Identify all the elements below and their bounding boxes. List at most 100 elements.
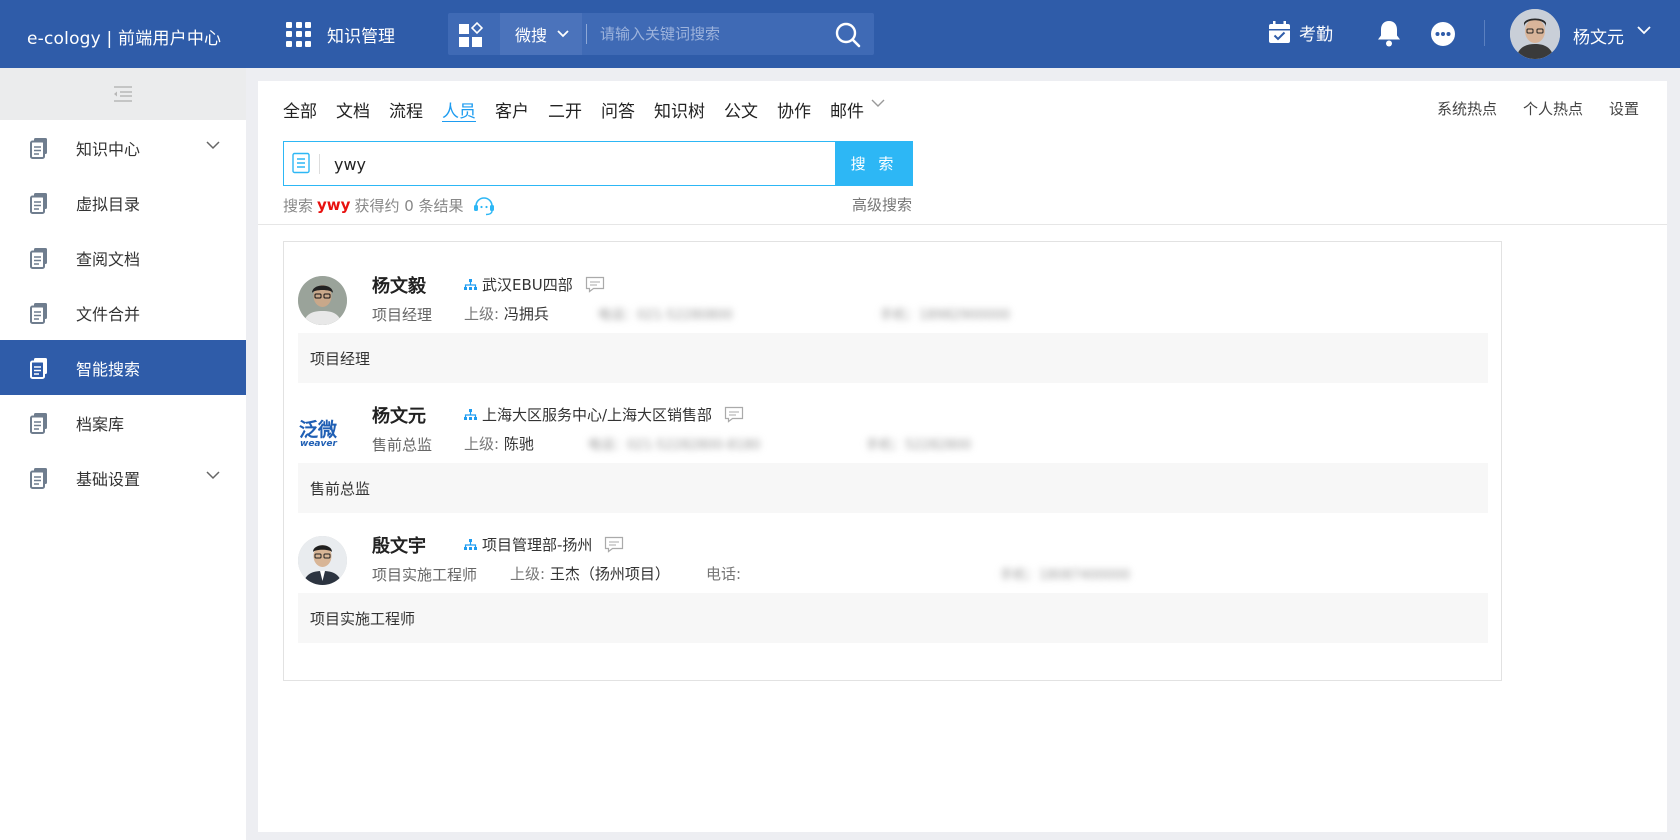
apps-icon[interactable] (458, 22, 484, 48)
person-avatar[interactable] (298, 276, 347, 325)
chat-icon[interactable] (604, 536, 624, 553)
superior-label: 上级: (510, 565, 546, 583)
chat-icon[interactable] (585, 276, 605, 293)
superior-name[interactable]: 王杰（扬州项目） (550, 565, 670, 583)
sidebar-item-knowledge-center[interactable]: 知识中心 (0, 120, 246, 175)
attendance-label: 考勤 (1299, 25, 1333, 45)
tab-all[interactable]: 全部 (283, 97, 317, 122)
person-title: 项目经理 (372, 306, 433, 324)
attendance-button[interactable]: 考勤 (1268, 20, 1333, 45)
chevron-down-icon (557, 30, 569, 38)
tab-qa[interactable]: 问答 (601, 97, 635, 122)
person-avatar[interactable] (298, 536, 347, 585)
sidebar-item-label: 知识中心 (76, 139, 141, 159)
tab-knowledge-tree[interactable]: 知识树 (654, 97, 705, 122)
result-keyword: ywy (317, 196, 351, 214)
person-title: 项目实施工程师 (372, 566, 478, 584)
superior-label: 上级: (464, 305, 500, 323)
person-dept: 上海大区服务中心/上海大区销售部 (464, 404, 744, 425)
person-dept-label[interactable]: 项目管理部-扬州 (482, 534, 592, 555)
tab-workflow[interactable]: 流程 (389, 97, 423, 122)
module-switcher[interactable]: 知识管理 (286, 20, 395, 48)
phone-label: 电话: (706, 565, 742, 583)
chevron-down-icon[interactable] (206, 471, 220, 480)
personal-hot-link[interactable]: 个人热点 (1523, 98, 1583, 119)
mobile-blurred: 手机：18982900000 (880, 308, 1010, 323)
search-input[interactable] (334, 152, 734, 176)
tab-docs[interactable]: 文档 (336, 97, 370, 122)
main-content: 全部 文档 流程 人员 客户 二开 问答 知识树 公文 协作 邮件 系统热点 个… (258, 81, 1667, 832)
person-position-bar: 项目实施工程师 (298, 593, 1488, 643)
collapse-sidebar-button[interactable] (0, 68, 246, 120)
superior-name[interactable]: 冯拥兵 (504, 305, 549, 323)
top-bar: e-cology | 前端用户中心 知识管理 微搜 请输入关键词搜索 考勤 杨文… (0, 0, 1680, 68)
sidebar-item-label: 文件合并 (76, 304, 141, 324)
tab-collaboration[interactable]: 协作 (777, 97, 811, 122)
sidebar-item-basic-settings[interactable]: 基础设置 (0, 450, 246, 505)
person-name[interactable]: 殷文宇 (372, 532, 426, 558)
chevron-down-icon[interactable] (206, 141, 220, 150)
result-summary: 搜索 ywy 获得约 0 条结果 (283, 194, 496, 216)
sidebar-item-label: 智能搜索 (76, 359, 141, 379)
person-dept-label[interactable]: 上海大区服务中心/上海大区销售部 (482, 404, 712, 425)
sidebar-item-virtual-directory[interactable]: 虚拟目录 (0, 175, 246, 230)
chat-icon[interactable] (724, 406, 744, 423)
document-list-icon[interactable] (290, 152, 312, 174)
tab-mail[interactable]: 邮件 (830, 97, 864, 122)
tab-custom-dev[interactable]: 二开 (548, 97, 582, 122)
person-superior: 上级: 陈驰 (464, 433, 534, 454)
sidebar-item-smart-search[interactable]: 智能搜索 (0, 340, 246, 395)
divider (1484, 20, 1485, 46)
document-icon (30, 192, 47, 214)
brand-title[interactable]: e-cology | 前端用户中心 (27, 24, 221, 49)
person-title: 售前总监 (372, 436, 433, 454)
sidebar-item-browse-docs[interactable]: 查阅文档 (0, 230, 246, 285)
sidebar-item-label: 档案库 (76, 414, 125, 434)
document-icon (30, 412, 47, 434)
mobile-blurred: 手机：18087400000 (1000, 568, 1130, 583)
hot-links: 系统热点 个人热点 设置 (1411, 98, 1639, 119)
chevron-down-icon[interactable] (1637, 26, 1651, 35)
phone-blurred: 电话：021-52280800 (598, 308, 733, 323)
app-grid-icon[interactable] (286, 21, 311, 47)
search-scope-select[interactable]: 微搜 (500, 13, 582, 55)
person-dept-label[interactable]: 武汉EBU四部 (482, 274, 573, 295)
sidebar: 知识中心 虚拟目录 查阅文档 文件合并 智能搜索 档案库 基础设置 (0, 68, 246, 840)
sidebar-item-file-merge[interactable]: 文件合并 (0, 285, 246, 340)
bell-icon[interactable] (1376, 19, 1402, 47)
superior-name[interactable]: 陈驰 (504, 435, 534, 453)
user-avatar[interactable] (1510, 9, 1560, 59)
tab-official-docs[interactable]: 公文 (724, 97, 758, 122)
chevron-down-icon[interactable] (871, 99, 885, 108)
module-label[interactable]: 知识管理 (327, 22, 395, 47)
customer-service-icon[interactable] (472, 194, 496, 216)
person-position-bar: 售前总监 (298, 463, 1488, 513)
global-search-input[interactable] (600, 21, 820, 47)
person-name[interactable]: 杨文元 (372, 402, 426, 428)
logo-subtext: weaver (300, 439, 337, 449)
divider (586, 24, 587, 44)
tab-customers[interactable]: 客户 (495, 97, 529, 122)
divider (319, 154, 320, 174)
username[interactable]: 杨文元 (1573, 23, 1624, 48)
logo-text: 泛微 (299, 418, 338, 441)
person-card: 殷文宇 项目管理部-扬州 项目实施工程师 上级: 王杰（扬州项目） 电话: 手机… (298, 518, 1488, 648)
search-button[interactable]: 搜 索 (835, 141, 913, 186)
result-suffix: 获得约 0 条结果 (354, 196, 464, 215)
sidebar-item-label: 查阅文档 (76, 249, 141, 269)
tab-people[interactable]: 人员 (442, 97, 476, 122)
system-hot-link[interactable]: 系统热点 (1437, 98, 1497, 119)
search-icon[interactable] (834, 21, 862, 49)
person-name[interactable]: 杨文毅 (372, 272, 426, 298)
org-chart-icon (464, 278, 477, 290)
company-logo[interactable]: 泛微 weaver (298, 406, 347, 455)
more-icon[interactable] (1430, 21, 1456, 47)
document-icon (30, 137, 47, 159)
person-position-bar: 项目经理 (298, 333, 1488, 383)
settings-link[interactable]: 设置 (1609, 98, 1639, 119)
advanced-search-link[interactable]: 高级搜索 (852, 194, 912, 215)
search-box: 搜 索 (283, 141, 913, 186)
result-prefix: 搜索 (283, 196, 314, 215)
people-results: 杨文毅 武汉EBU四部 项目经理 上级: 冯拥兵 电话：021-52280800… (283, 241, 1502, 681)
sidebar-item-archive[interactable]: 档案库 (0, 395, 246, 450)
